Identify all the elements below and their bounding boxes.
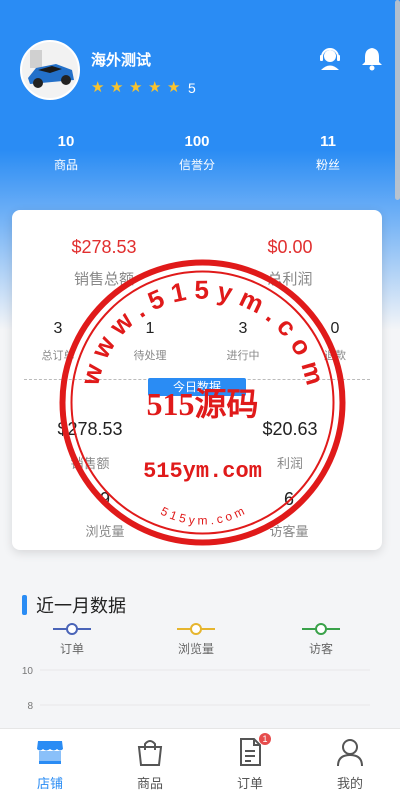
star-icon: ★ [129,79,143,96]
rating-value: 5 [188,80,196,96]
legend-line-icon [177,623,215,635]
stat-label: 信誉分 [178,158,215,172]
order-refund-value: 0 [330,320,340,337]
profit-total-value: $0.00 [267,237,313,257]
today-sales-value: $278.53 [57,419,123,439]
star-icon: ★ [91,79,105,96]
star-icon: ★ [148,79,162,96]
stat-value: 11 [320,133,336,150]
monthly-chart: 10 8 [22,666,370,712]
stat-label: 粉丝 [315,158,340,172]
legend-line-icon [302,623,340,635]
order-inprogress-value: 3 [238,320,248,337]
star-icon: ★ [110,79,124,96]
monthly-title: 近一月数据 [36,596,126,616]
legend-views[interactable]: 浏览量 [166,622,226,657]
today-visitors-label: 访客量 [269,524,309,539]
legend-orders[interactable]: 订单 [42,622,102,657]
monthly-section-title: 近一月数据 [22,592,126,618]
bell-icon[interactable] [358,44,386,72]
y-tick-label: 10 [22,666,34,677]
today-visitors-value: 6 [283,489,294,509]
tab-label: 我的 [336,776,363,791]
user-icon [337,739,363,767]
today-profit-value: $20.63 [262,419,318,439]
order-badge: 1 [259,733,271,745]
store-avatar[interactable] [20,40,80,100]
legend-line-icon [53,623,91,635]
order-inprogress-label: 进行中 [226,350,260,362]
stat-value: 10 [57,133,75,150]
today-sales-label: 销售额 [70,456,110,471]
tab-store[interactable]: 店铺 [0,729,100,800]
today-views-value: 9 [99,489,110,509]
order-total-label: 总订单 [41,350,75,362]
tab-mine[interactable]: 我的 [300,729,400,800]
tab-label: 商品 [136,776,163,791]
order-refund-label: 退款 [324,350,346,362]
today-data-tag: 今日数据 [148,378,246,396]
store-name: 海外测试 [91,52,152,69]
title-accent-bar [22,595,27,615]
today-profit-label: 利润 [276,456,303,471]
stat-label: 商品 [53,158,78,172]
stat-value: 100 [184,133,210,150]
order-pending-label: 待处理 [133,350,167,362]
today-views-label: 浏览量 [85,524,125,539]
sales-total-label: 销售总额 [73,271,134,288]
stat-fans[interactable]: 11 粉丝 [278,133,378,173]
y-tick-label: 8 [27,701,33,712]
bag-icon [137,740,163,766]
bottom-tab-bar: 店铺 商品 订单 我的 1 [0,728,400,800]
tab-label: 订单 [236,776,263,791]
profit-total-label: 总利润 [267,271,313,288]
tab-label: 店铺 [36,776,63,791]
customer-service-icon[interactable] [316,44,344,72]
order-total-value: 3 [53,320,63,337]
legend-visitors[interactable]: 访客 [291,622,351,657]
summary-card: $278.53 销售总额 $0.00 总利润 3 总订单 1 待处理 3 进行中… [12,210,382,550]
sales-total-value: $278.53 [71,237,137,257]
store-icon [37,741,63,764]
tab-orders[interactable]: 订单 [200,729,300,800]
order-pending-value: 1 [145,320,155,337]
tab-products[interactable]: 商品 [100,729,200,800]
scrollbar[interactable] [395,0,400,200]
stat-credit[interactable]: 100 信誉分 [147,133,247,173]
stat-products[interactable]: 10 商品 [16,133,116,173]
store-rating: ★ ★ ★ ★ ★ 5 [91,79,196,97]
star-icon: ★ [167,79,181,96]
